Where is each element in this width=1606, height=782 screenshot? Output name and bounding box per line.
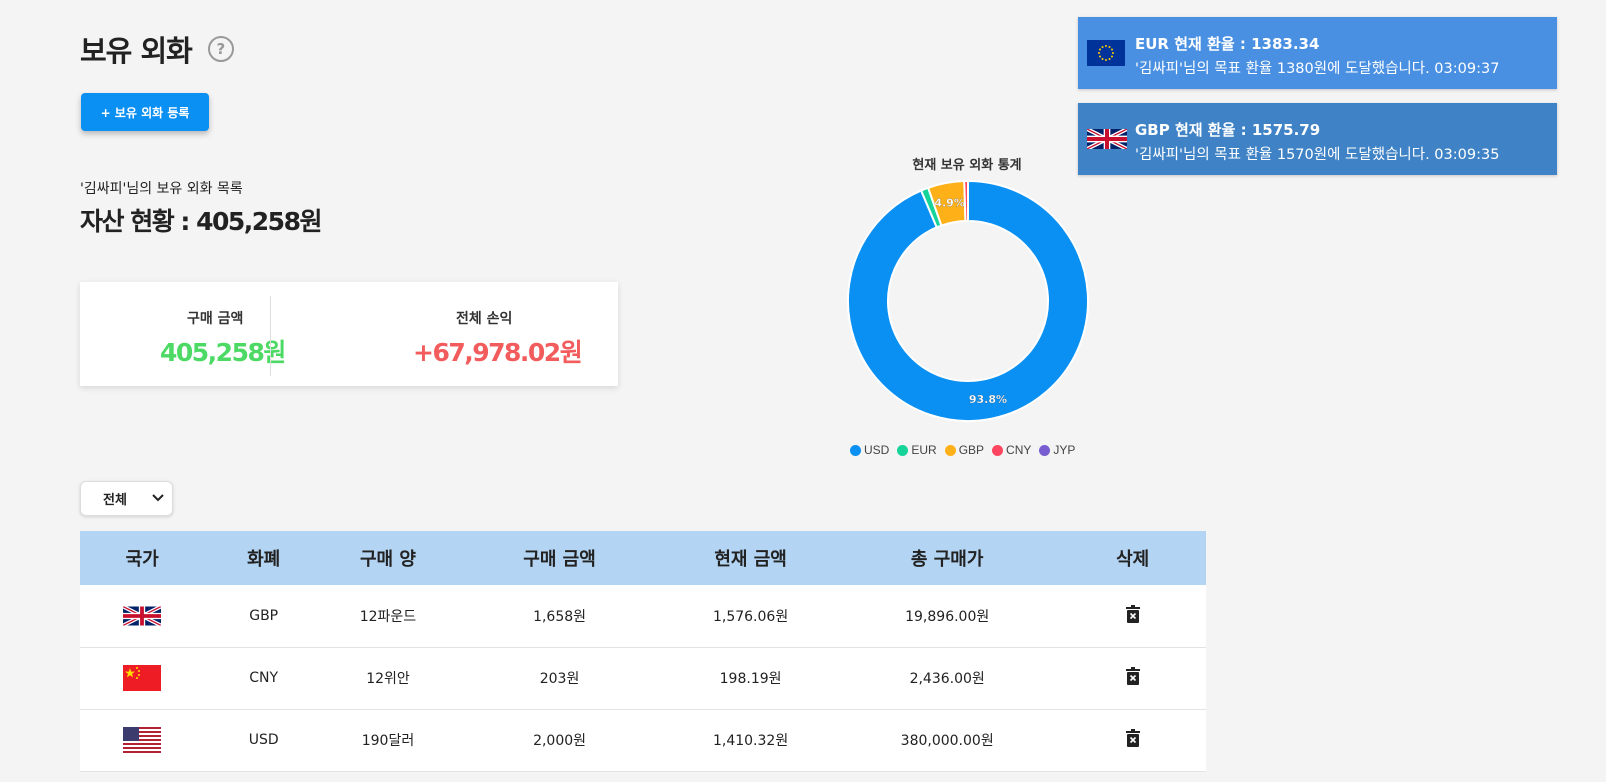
holdings-chart: 현재 보유 외화 통계 93.8% 4.9% USD EUR GBP CNY JYP [840, 150, 1100, 470]
delete-button[interactable] [1059, 647, 1206, 709]
cell-purchase: 203원 [539, 671, 580, 687]
table-header-row: 국가 화폐 구매 양 구매 금액 현재 금액 총 구매가 삭제 [80, 531, 1206, 585]
uk-flag-icon [1087, 126, 1127, 156]
chart-title: 현재 보유 외화 통계 [912, 158, 1022, 173]
notification-message: '김싸피'님의 목표 환율 1380원에 도달했습니다. 03:09:37 [1135, 61, 1500, 77]
notification-title: GBP 현재 환율 : 1575.79 [1135, 121, 1321, 139]
china-flag-icon [80, 647, 204, 709]
usa-flag-icon [80, 709, 204, 771]
asset-label: 자산 현황 : [80, 207, 197, 236]
delete-button[interactable] [1059, 709, 1206, 771]
currency-filter-select[interactable]: 전체 [80, 481, 173, 516]
col-total: 총 구매가 [910, 549, 984, 570]
cell-amount: 12위안 [366, 671, 410, 687]
notification-message: '김싸피'님의 목표 환율 1570원에 도달했습니다. 03:09:35 [1135, 147, 1500, 163]
legend-item-eur[interactable]: EUR [897, 443, 937, 457]
holdings-table: 국가 화폐 구매 양 구매 금액 현재 금액 총 구매가 삭제 GBP 12파운… [80, 531, 1206, 772]
col-currency: 화폐 [247, 549, 281, 570]
rate-notification-gbp[interactable]: GBP 현재 환율 : 1575.79 '김싸피'님의 목표 환율 1570원에… [1078, 103, 1557, 175]
donut-chart: 93.8% 4.9% [847, 179, 1089, 422]
legend-marker [992, 444, 1004, 456]
legend-marker [944, 444, 956, 456]
cell-current: 198.19원 [719, 671, 782, 687]
chevron-down-icon [152, 491, 164, 506]
profit-value: +67,978.02원 [413, 338, 583, 367]
page-header: 보유 외화 ? [80, 28, 234, 70]
cell-total: 2,436.00원 [909, 671, 985, 687]
asset-value: 405,258원 [196, 207, 322, 236]
table-row: GBP 12파운드 1,658원 1,576.06원 19,896.00원 [80, 585, 1206, 647]
cell-purchase: 1,658원 [533, 608, 587, 625]
cell-current: 1,410.32원 [712, 733, 789, 749]
donut-data-label: 4.9% [934, 197, 965, 210]
col-amount: 구매 양 [360, 549, 416, 570]
notification-title: EUR 현재 환율 : 1383.34 [1135, 35, 1320, 53]
donut-data-label: 93.8% [969, 393, 1007, 406]
legend-item-gbp[interactable]: GBP [944, 443, 985, 457]
cell-current: 1,576.06원 [712, 608, 789, 625]
cell-currency: USD [248, 732, 279, 748]
legend-label: GBP [958, 443, 985, 457]
chart-legend: USD EUR GBP CNY JYP [850, 443, 1075, 457]
list-caption: '김싸피'님의 보유 외화 목록 [80, 181, 243, 197]
col-current: 현재 금액 [714, 549, 787, 570]
col-delete: 삭제 [1116, 549, 1150, 570]
cell-total: 380,000.00원 [900, 733, 994, 749]
donut-slice-cny[interactable] [963, 179, 969, 223]
register-currency-button[interactable]: + 보유 외화 등록 [81, 93, 209, 131]
trash-icon[interactable] [1125, 729, 1140, 751]
legend-marker [1039, 444, 1051, 456]
profit-label: 전체 손익 [456, 311, 513, 327]
summary-card: 구매 금액 405,258원 전체 손익 +67,978.02원 [80, 282, 618, 386]
asset-status: 자산 현황 : 405,258원 [80, 202, 322, 238]
delete-button[interactable] [1059, 585, 1206, 647]
legend-label: USD [864, 443, 890, 457]
trash-icon[interactable] [1125, 604, 1140, 627]
cell-amount: 12파운드 [359, 608, 417, 625]
legend-item-cny[interactable]: CNY [992, 443, 1031, 457]
legend-label: CNY [1006, 443, 1032, 457]
table-row: USD 190달러 2,000원 1,410.32원 380,000.00원 [80, 709, 1206, 771]
purchase-value: 405,258원 [160, 338, 286, 367]
filter-selected-value: 전체 [103, 493, 127, 508]
purchase-label: 구매 금액 [187, 311, 244, 327]
cell-total: 19,896.00원 [905, 608, 990, 625]
question-circle-icon[interactable]: ? [207, 36, 234, 62]
eu-flag-icon [1087, 40, 1125, 70]
cell-amount: 190달러 [361, 733, 415, 749]
cell-purchase: 2,000원 [533, 733, 587, 749]
legend-marker [850, 444, 861, 456]
summary-divider [270, 296, 271, 376]
legend-label: JYP [1053, 443, 1076, 457]
rate-notification-eur[interactable]: EUR 현재 환율 : 1383.34 '김싸피'님의 목표 환율 1380원에… [1078, 17, 1557, 89]
cell-currency: GBP [249, 607, 279, 624]
table-row: CNY 12위안 203원 198.19원 2,436.00원 [80, 647, 1206, 709]
col-country: 국가 [125, 549, 159, 570]
legend-item-jyp[interactable]: JYP [1039, 443, 1075, 457]
cell-currency: CNY [249, 670, 279, 686]
trash-icon[interactable] [1125, 667, 1140, 689]
legend-label: EUR [911, 443, 937, 457]
legend-marker [897, 444, 909, 456]
col-purchase: 구매 금액 [523, 549, 596, 570]
page-title: 보유 외화 [80, 34, 193, 68]
uk-flag-icon [80, 585, 204, 647]
legend-item-usd[interactable]: USD [850, 443, 889, 457]
